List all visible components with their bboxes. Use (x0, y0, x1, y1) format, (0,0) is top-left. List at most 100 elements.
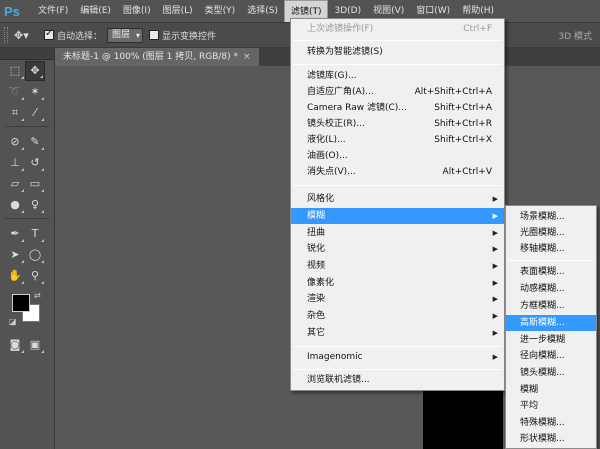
dodge-tool-icon[interactable]: ♀ (25, 195, 45, 215)
render-label: 渲染 (307, 294, 326, 304)
blur-item-shape[interactable]: 形状模糊... (506, 431, 596, 447)
filter-category-noise[interactable]: 杂色 ▶ (291, 308, 504, 324)
show-transform-label: 显示变换控件 (162, 31, 217, 42)
filter-category-distort[interactable]: 扭曲 ▶ (291, 225, 504, 241)
filter-category-video[interactable]: 视频 ▶ (291, 258, 504, 274)
submenu-arrow-icon: ▶ (492, 279, 498, 287)
quick-mask-icon[interactable]: ◙ (5, 335, 25, 355)
blur-item-radial[interactable]: 径向模糊... (506, 348, 596, 364)
menu-type[interactable]: 类型(Y) (199, 0, 242, 22)
filter-category-stylize[interactable]: 风格化 ▶ (291, 191, 504, 207)
filter-category-blur[interactable]: 模糊 ▶ (291, 208, 504, 224)
move-tool-icon[interactable]: ✥ (25, 60, 45, 81)
hand-tool-icon[interactable]: ✋ (5, 266, 25, 286)
camera-raw-filter-item[interactable]: Camera Raw 滤镜(C)... Shift+Ctrl+A (291, 100, 504, 116)
brush-tool-icon[interactable]: ✎ (25, 132, 45, 152)
menu-image[interactable]: 图像(I) (117, 0, 157, 22)
marquee-tool-icon[interactable]: ⬚ (5, 61, 25, 81)
filter-gallery-label: 滤镜库(G)... (307, 71, 357, 81)
submenu-arrow-icon: ▶ (492, 353, 498, 361)
blur-item-field[interactable]: 场景模糊... (506, 209, 596, 225)
auto-select-checkbox[interactable] (44, 28, 54, 40)
swap-colors-icon[interactable]: ⇄ (34, 291, 41, 300)
blur-item-gaussian[interactable]: 高斯模糊... (506, 315, 596, 331)
blur-item-box[interactable]: 方框模糊... (506, 298, 596, 314)
gradient-tool-icon[interactable]: ▭ (25, 174, 45, 194)
vanishing-point-item[interactable]: 消失点(V)... Alt+Ctrl+V (291, 164, 504, 180)
3d-mode-label: 3D 模式 (558, 32, 592, 42)
blur-item-iris[interactable]: 光圈模糊... (506, 225, 596, 241)
filter-category-pixelate[interactable]: 像素化 ▶ (291, 275, 504, 291)
menu-file[interactable]: 文件(F) (32, 0, 74, 22)
zoom-tool-icon[interactable]: ⚲ (25, 266, 45, 286)
submenu-arrow-icon: ▶ (492, 212, 498, 220)
vanishing-point-shortcut: Alt+Ctrl+V (442, 167, 492, 177)
auto-select-label: 自动选择： (57, 31, 103, 42)
eraser-tool-icon[interactable]: ▱ (5, 174, 25, 194)
last-filter-shortcut: Ctrl+F (463, 24, 492, 34)
blur-item-blur[interactable]: 模糊 (506, 382, 596, 398)
options-grip[interactable] (4, 27, 8, 43)
toolbox-header[interactable] (0, 48, 54, 60)
screen-mode-icon[interactable]: ▣ (25, 335, 45, 355)
last-filter-label: 上次滤镜操作(F) (307, 24, 374, 34)
document-tab[interactable]: 未标题-1 @ 100% (图层 1 拷贝, RGB/8) * × (55, 48, 259, 66)
blur-item-motion[interactable]: 动感模糊... (506, 281, 596, 297)
sharpen-label: 锐化 (307, 244, 326, 254)
browse-filters-online-label: 浏览联机滤镜... (307, 375, 370, 385)
submenu-arrow-icon: ▶ (492, 245, 498, 253)
crop-tool-icon[interactable]: ⌗ (5, 103, 25, 123)
lasso-tool-icon[interactable]: ➰ (5, 82, 25, 102)
camera-raw-filter-shortcut: Shift+Ctrl+A (434, 103, 492, 113)
liquify-label: 液化(L)... (307, 135, 346, 145)
browse-filters-online-item[interactable]: 浏览联机滤镜... (291, 372, 504, 388)
adaptive-wide-angle-item[interactable]: 自适应广角(A)... Alt+Shift+Ctrl+A (291, 84, 504, 100)
filter-category-other[interactable]: 其它 ▶ (291, 325, 504, 341)
show-transform-checkbox[interactable] (149, 30, 160, 40)
convert-smart-filter-item[interactable]: 转换为智能滤镜(S) (291, 44, 504, 60)
liquify-shortcut: Shift+Ctrl+X (434, 135, 492, 145)
eyedropper-tool-icon[interactable]: ⁄ (25, 103, 45, 123)
blur-submenu: 场景模糊... 光圈模糊... 移轴模糊... 表面模糊... 动感模糊... … (505, 205, 597, 449)
filter-gallery-item[interactable]: 滤镜库(G)... (291, 68, 504, 84)
close-tab-icon[interactable]: × (243, 52, 251, 62)
submenu-arrow-icon: ▶ (492, 312, 498, 320)
auto-select-dropdown[interactable]: 图层 (107, 27, 144, 43)
filter-category-sharpen[interactable]: 锐化 ▶ (291, 241, 504, 257)
menu-layer[interactable]: 图层(L) (157, 0, 199, 22)
submenu-arrow-icon: ▶ (492, 295, 498, 303)
adaptive-wide-angle-shortcut: Alt+Shift+Ctrl+A (414, 87, 492, 97)
liquify-item[interactable]: 液化(L)... Shift+Ctrl+X (291, 132, 504, 148)
lens-correction-shortcut: Shift+Ctrl+R (434, 119, 492, 129)
photoshop-logo: Ps (4, 3, 20, 19)
foreground-color-swatch[interactable] (12, 294, 30, 312)
last-filter-item: 上次滤镜操作(F) Ctrl+F (291, 21, 504, 37)
blur-item-surface[interactable]: 表面模糊... (506, 264, 596, 280)
menu-select[interactable]: 选择(S) (241, 0, 284, 22)
oil-paint-item[interactable]: 油画(O)... (291, 148, 504, 164)
path-selection-tool-icon[interactable]: ➤ (5, 245, 25, 265)
lens-correction-item[interactable]: 镜头校正(R)... Shift+Ctrl+R (291, 116, 504, 132)
history-brush-tool-icon[interactable]: ↺ (25, 153, 45, 173)
filter-category-render[interactable]: 渲染 ▶ (291, 291, 504, 307)
plugin-imagenomic-item[interactable]: Imagenomic ▶ (291, 349, 504, 365)
blur-item-blur-more[interactable]: 进一步模糊 (506, 332, 596, 348)
menu-edit[interactable]: 编辑(E) (74, 0, 117, 22)
blur-item-tilt-shift[interactable]: 移轴模糊... (506, 241, 596, 257)
blur-item-average[interactable]: 平均 (506, 398, 596, 414)
ellipse-tool-icon[interactable]: ◯ (25, 245, 45, 265)
convert-smart-filter-label: 转换为智能滤镜(S) (307, 47, 383, 57)
toolbox: ⬚ ✥ ➰ ✶ ⌗ ⁄ ⊘ ✎ ⊥ ↺ ▱ ▭ ● ♀ ✒ T ➤ ◯ ✋ ⚲ … (0, 48, 55, 449)
blur-item-lens[interactable]: 镜头模糊... (506, 365, 596, 381)
document-canvas[interactable] (423, 384, 503, 449)
magic-wand-tool-icon[interactable]: ✶ (25, 82, 45, 102)
pen-tool-icon[interactable]: ✒ (5, 224, 25, 244)
blur-item-smart[interactable]: 特殊模糊... (506, 415, 596, 431)
blur-tool-icon[interactable]: ● (5, 195, 25, 215)
clone-stamp-tool-icon[interactable]: ⊥ (5, 153, 25, 173)
healing-brush-tool-icon[interactable]: ⊘ (5, 132, 25, 152)
move-tool-preset-icon[interactable]: ✥▾ (14, 26, 38, 44)
submenu-arrow-icon: ▶ (492, 329, 498, 337)
type-tool-icon[interactable]: T (25, 224, 45, 244)
default-colors-icon[interactable]: ◪ (9, 317, 17, 326)
